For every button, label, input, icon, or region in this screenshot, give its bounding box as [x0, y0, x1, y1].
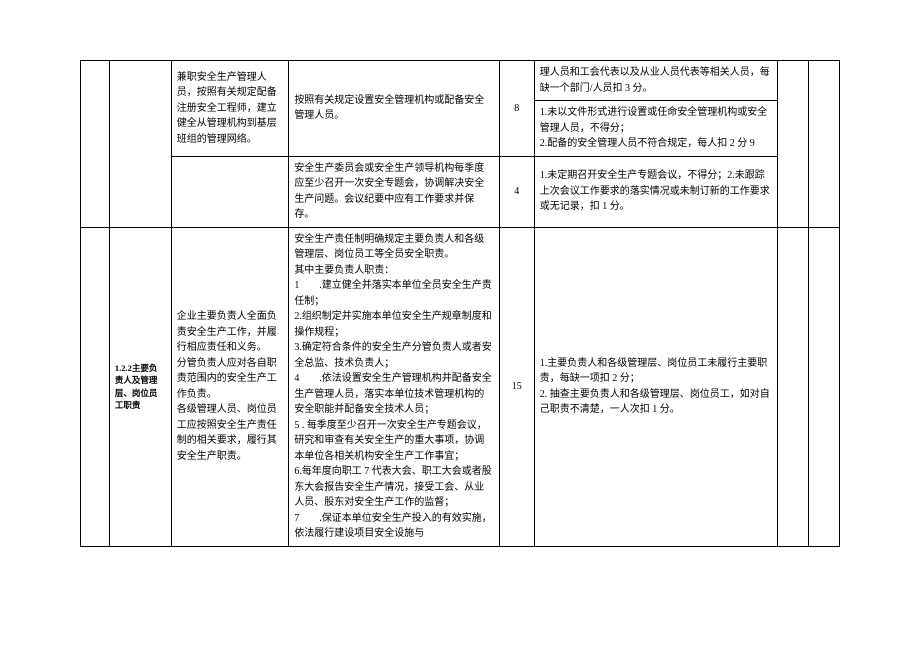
cell-criteria: 按照有关规定设置安全管理机构或配备安全管理人员。 [289, 61, 499, 157]
table-row: 安全生产委员会或安全生产领导机构每季度应至少召开一次安全专题会，协调解决安全生产… [81, 156, 840, 227]
cell-score: 8 [499, 61, 534, 157]
cell-blank [778, 227, 809, 546]
cell-deduction: 1.未以文件形式进行设置或任命安全管理机构或安全管理人员，不得分； 2.配备的安… [534, 101, 777, 157]
assessment-table: 兼职安全生产管理人员，按照有关规定配备注册安全工程师，建立健全从管理机构到基层班… [80, 60, 840, 547]
cell-deduction: 理人员和工会代表以及从业人员代表等相关人员，每缺一个部门/人员扣 3 分。 [534, 61, 777, 101]
cell-score: 4 [499, 156, 534, 227]
cell-blank [81, 61, 110, 228]
cell-blank [81, 227, 110, 546]
cell-requirement: 兼职安全生产管理人员，按照有关规定配备注册安全工程师，建立健全从管理机构到基层班… [171, 61, 289, 157]
cell-deduction: 1.主要负责人和各级管理层、岗位员工未履行主要职责，每缺一项扣 2 分； 2. … [534, 227, 777, 546]
cell-deduction: 1.未定期召开安全生产专题会议，不得分；2.未跟踪上次会议工作要求的落实情况或未… [534, 156, 777, 227]
cell-criteria: 安全生产责任制明确规定主要负责人和各级管理层、岗位员工等全员安全职责。 其中主要… [289, 227, 499, 546]
table-row: 1.2.2主要负责人及管理层、岗位员工职责 企业主要负责人全面负责安全生产工作，… [81, 227, 840, 546]
cell-criteria: 安全生产委员会或安全生产领导机构每季度应至少召开一次安全专题会，协调解决安全生产… [289, 156, 499, 227]
cell-blank [778, 61, 809, 228]
table-row: 兼职安全生产管理人员，按照有关规定配备注册安全工程师，建立健全从管理机构到基层班… [81, 61, 840, 101]
page: 兼职安全生产管理人员，按照有关规定配备注册安全工程师，建立健全从管理机构到基层班… [0, 0, 920, 651]
cell-requirement: 企业主要负责人全面负责安全生产工作，并履行相应责任和义务。 分管负责人应对各自职… [171, 227, 289, 546]
cell-blank [809, 227, 840, 546]
cell-blank [809, 61, 840, 228]
section-label: 1.2.2主要负责人及管理层、岗位员工职责 [109, 227, 171, 546]
cell-blank [171, 156, 289, 227]
cell-score: 15 [499, 227, 534, 546]
cell-blank [109, 61, 171, 228]
